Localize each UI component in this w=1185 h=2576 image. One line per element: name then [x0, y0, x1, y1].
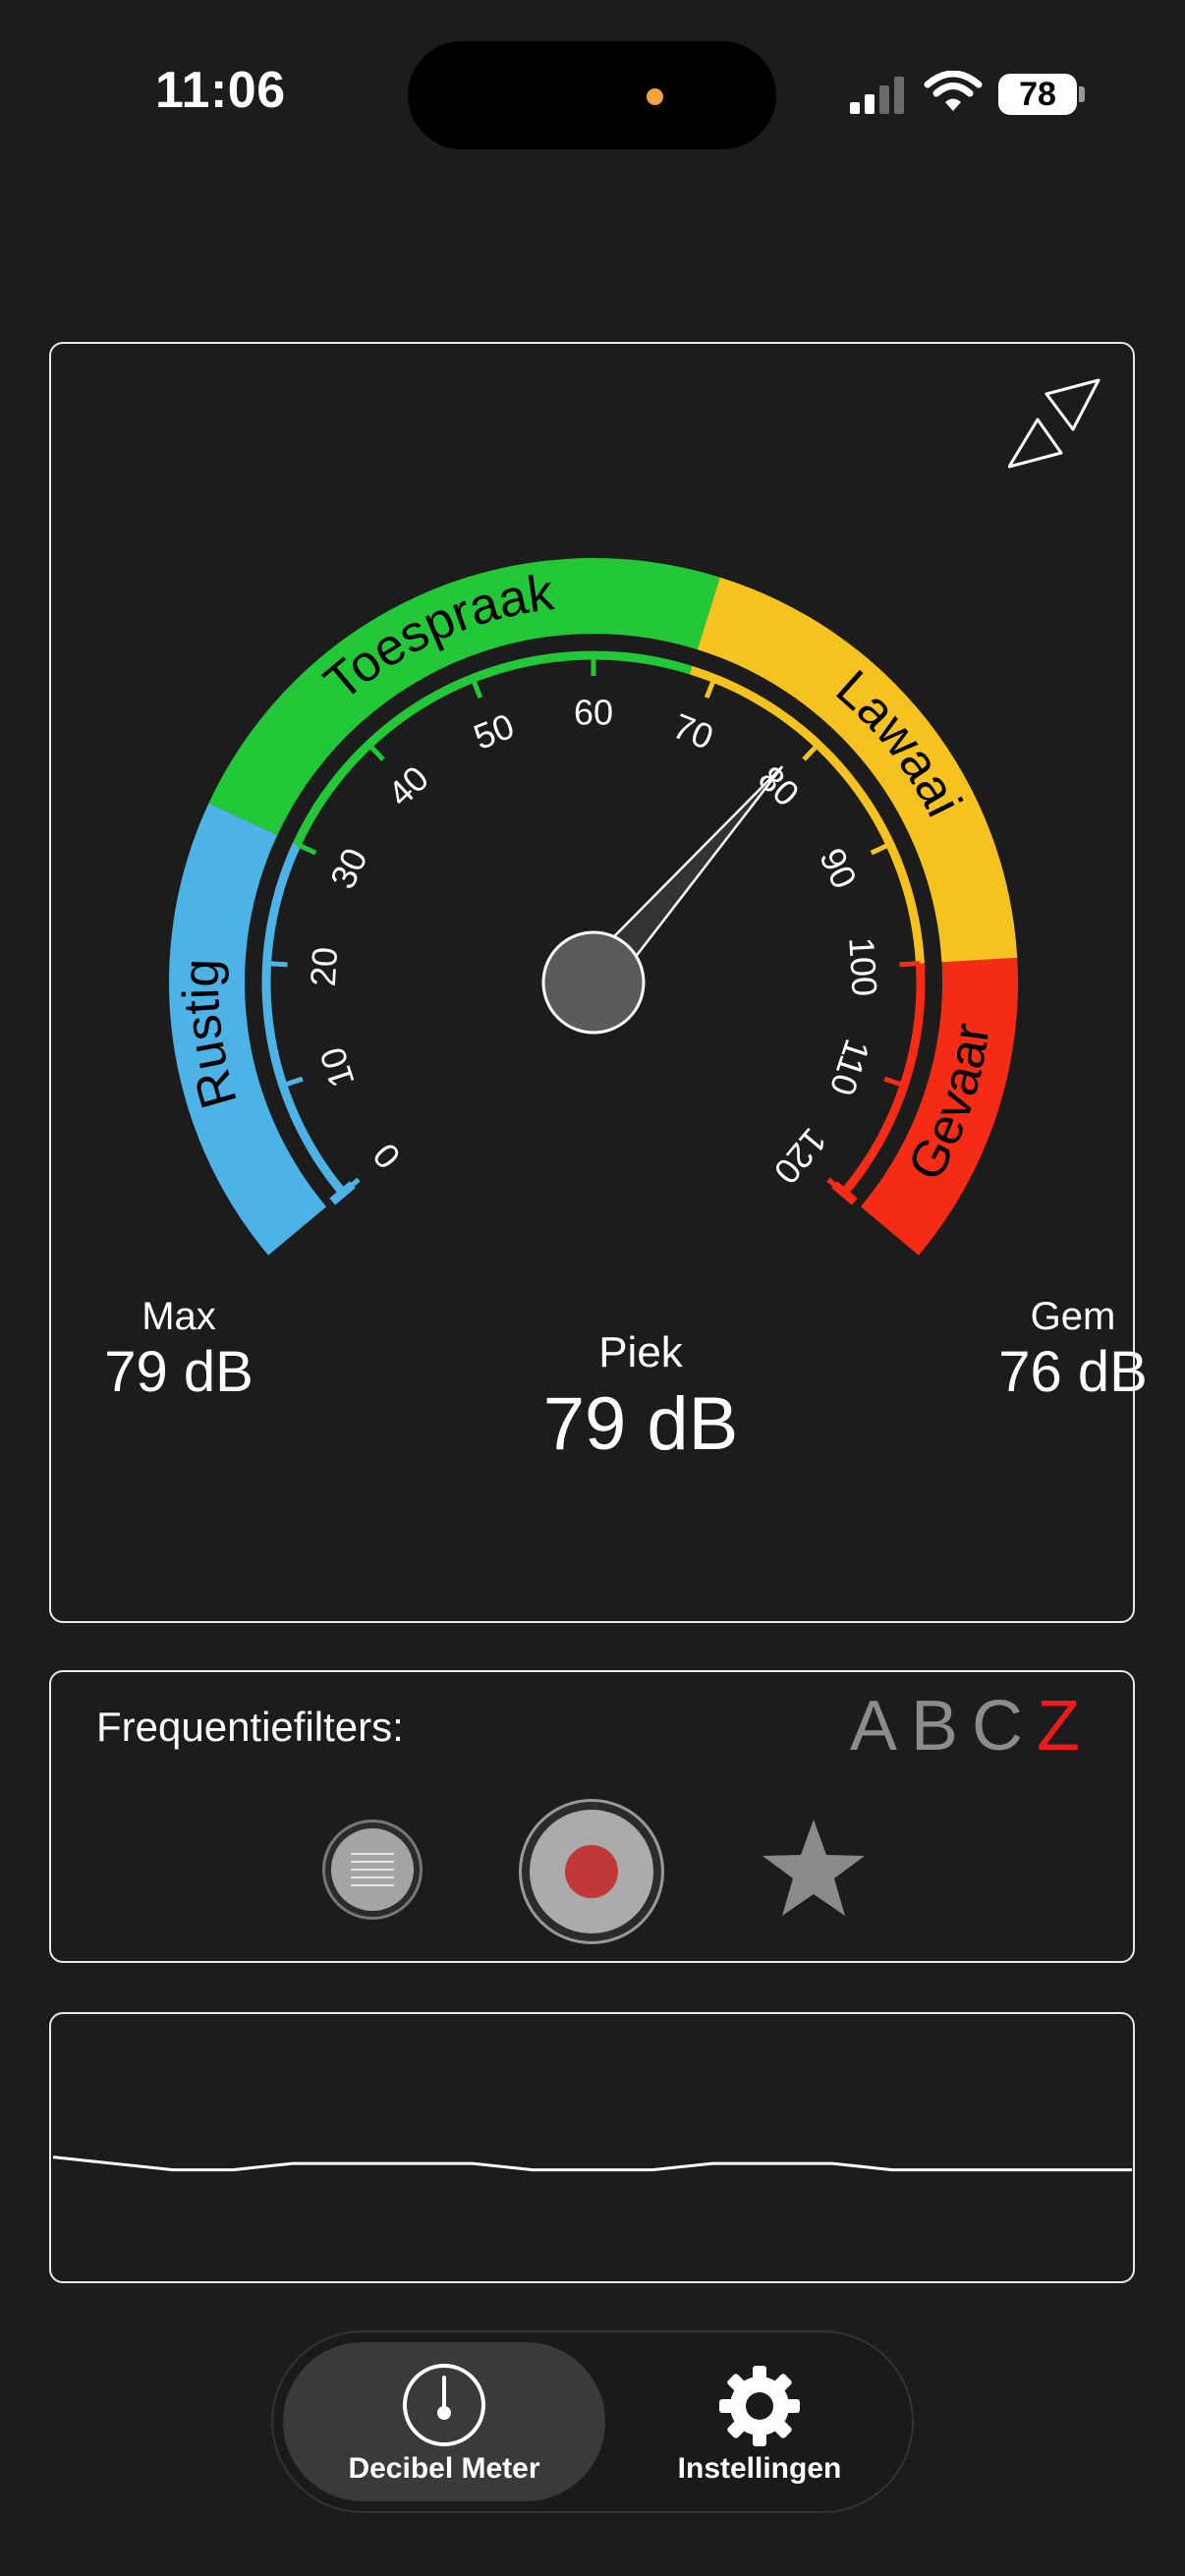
max-label: Max: [141, 1295, 216, 1338]
filter-c[interactable]: C: [972, 1687, 1037, 1765]
tab-settings[interactable]: Instellingen: [612, 2342, 907, 2501]
cellular-signal-icon: [850, 77, 904, 114]
filter-b[interactable]: B: [911, 1687, 972, 1765]
gauge-tick: [883, 1076, 905, 1089]
gauge-zone-lawaai: [697, 577, 1018, 963]
gauge-tick-label: 90: [812, 842, 865, 895]
gauge-icon: [403, 2364, 485, 2446]
avg-value: 76 dB: [998, 1340, 1148, 1404]
filter-panel: Frequentiefilters: ABCZ: [49, 1670, 1135, 1963]
tab-decibel-meter-label: Decibel Meter: [348, 2452, 540, 2485]
gauge-tick-label: 110: [822, 1035, 878, 1100]
gauge-tick: [802, 743, 820, 761]
gauge-tick-label: 40: [380, 757, 436, 813]
tab-decibel-meter[interactable]: Decibel Meter: [283, 2342, 605, 2501]
gauge-panel: Rustig Toespraak Lawaai Gevaar 0 10 20 30 40 50 6…: [49, 342, 1148, 1623]
peak-label: Piek: [598, 1328, 683, 1376]
filter-a[interactable]: A: [850, 1687, 911, 1765]
history-graph-panel: [49, 2012, 1135, 2283]
wifi-icon: [924, 71, 983, 111]
status-time: 11:06: [155, 62, 286, 119]
dynamic-island: [408, 41, 776, 149]
battery-level: 78: [998, 74, 1077, 115]
gauge-tick-label: 0: [365, 1136, 408, 1177]
gauge-tick-label: 30: [322, 842, 375, 895]
tab-bar: Decibel Meter Instellingen: [271, 2330, 914, 2513]
gauge-tick: [266, 961, 288, 968]
gauge-tick-label: 120: [766, 1121, 835, 1192]
max-stat: Max 79 dB: [71, 1295, 287, 1405]
list-button[interactable]: [322, 1820, 423, 1920]
filter-options: ABCZ: [850, 1686, 1094, 1766]
star-icon[interactable]: [759, 1816, 869, 1926]
record-button[interactable]: [519, 1799, 664, 1944]
battery-cap: [1079, 86, 1085, 102]
gauge-tick-label: 60: [574, 693, 613, 733]
filter-label: Frequentiefilters:: [96, 1704, 404, 1750]
gauge-needle-hub: [541, 930, 646, 1035]
gauge-tick-label: 20: [303, 946, 345, 987]
gauge-tick-label: 50: [468, 705, 519, 757]
gauge-tick-label: 10: [311, 1042, 363, 1092]
max-value: 79 dB: [104, 1340, 254, 1404]
avg-stat: Gem 76 dB: [950, 1295, 1185, 1405]
record-button-inner: [530, 1810, 653, 1933]
gauge-tick-label: 100: [841, 936, 884, 997]
expand-icon[interactable]: [1008, 378, 1102, 473]
record-icon: [565, 1845, 618, 1898]
history-line: [52, 2156, 1132, 2172]
peak-stat: Piek 79 dB: [493, 1328, 788, 1467]
gauge-tick-label: 70: [667, 705, 718, 757]
mic-indicator-dot: [647, 88, 663, 105]
gauge-tick: [899, 961, 921, 968]
avg-label: Gem: [1030, 1295, 1116, 1338]
tab-settings-label: Instellingen: [677, 2452, 842, 2485]
filter-z[interactable]: Z: [1037, 1687, 1094, 1765]
gear-icon: [719, 2366, 800, 2446]
gauge-tick: [367, 743, 385, 761]
gauge-tick-label: 80: [751, 757, 807, 813]
peak-value: 79 dB: [542, 1382, 739, 1466]
history-graph: [52, 2156, 1132, 2172]
list-icon: [331, 1828, 414, 1911]
gauge-tick: [282, 1076, 304, 1089]
